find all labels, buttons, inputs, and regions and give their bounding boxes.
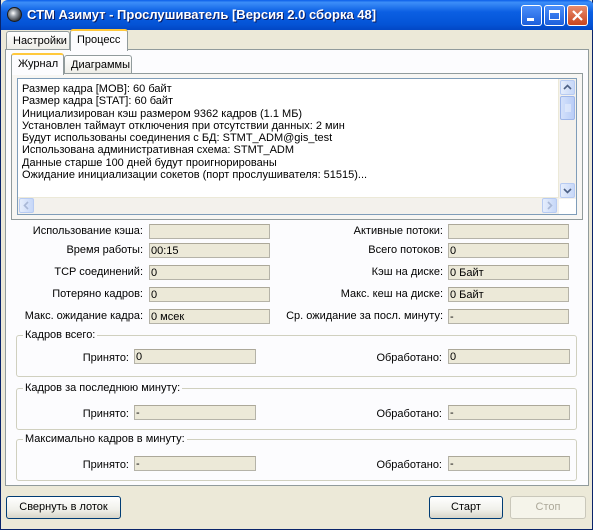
maximize-icon [549, 10, 560, 20]
frames-total-processed-label: Обработано: [376, 352, 442, 364]
tcp-connections-field: 0 [149, 265, 270, 280]
chevron-up-icon [563, 84, 572, 90]
minimize-to-tray-button[interactable]: Свернуть в лоток [6, 496, 121, 519]
disk-cache-field: 0 Байт [448, 265, 569, 280]
frames-max-received-field: - [134, 456, 256, 471]
log-line: Будут использованы соединения с БД: STMT… [22, 132, 333, 145]
window-title: СТМ Азимут - Прослушиватель [Версия 2.0 … [27, 7, 377, 22]
app-icon [7, 7, 22, 22]
group-frames-total-title: Кадров всего: [23, 329, 98, 341]
maximize-button[interactable] [544, 5, 565, 26]
uptime-label: Время работы: [66, 244, 143, 256]
tcp-connections-label: TCP соединений: [54, 266, 143, 278]
log-line: Инициализирован кэш размером 9362 кадров… [22, 107, 303, 120]
frames-last-minute-processed-field: - [448, 405, 570, 420]
title-bar[interactable]: СТМ Азимут - Прослушиватель [Версия 2.0 … [1, 0, 593, 30]
log-horizontal-scrollbar[interactable] [18, 197, 559, 214]
cache-usage-field [149, 224, 270, 239]
start-button[interactable]: Старт [429, 496, 503, 519]
frames-last-minute-received-label: Принято: [82, 408, 129, 420]
frames-max-received-label: Принято: [82, 459, 129, 471]
log-line: Размер кадра [STAT]: 60 байт [22, 95, 174, 108]
frames-last-minute-processed-label: Обработано: [376, 408, 442, 420]
log-line: Использована административная схема: STM… [22, 144, 295, 157]
log-line: Данные старше 100 дней будут проигнориро… [22, 156, 277, 169]
cache-usage-label: Использование кэша: [32, 225, 143, 237]
total-threads-field: 0 [448, 243, 569, 258]
stop-button[interactable]: Стоп [510, 496, 586, 519]
close-icon [572, 10, 583, 21]
minimize-button[interactable] [521, 5, 542, 26]
log-lines: Размер кадра [MOB]: 60 байт Размер кадра… [22, 83, 556, 195]
frames-total-processed-field: 0 [448, 349, 570, 364]
close-button[interactable] [567, 5, 588, 26]
uptime-field: 00:15 [149, 243, 270, 258]
scroll-up-button[interactable] [560, 80, 575, 95]
tab-settings[interactable]: Настройки [6, 31, 70, 51]
log-textbox[interactable]: Размер кадра [MOB]: 60 байт Размер кадра… [17, 78, 577, 215]
frames-last-minute-received-field: - [134, 405, 256, 420]
tab-process[interactable]: Процесс [70, 29, 128, 51]
scroll-right-button[interactable] [542, 198, 557, 213]
max-frame-wait-field: 0 мсек [149, 309, 270, 324]
frames-total-received-field: 0 [134, 349, 256, 364]
disk-cache-label: Кэш на диске: [371, 266, 443, 278]
log-line: Ожидание инициализации сокетов (порт про… [22, 169, 368, 182]
log-line: Размер кадра [MOB]: 60 байт [22, 83, 172, 95]
tab-journal-label: Журнал [18, 58, 59, 70]
max-frame-wait-label: Макс. ожидание кадра: [24, 310, 143, 322]
chevron-down-icon [563, 188, 572, 194]
frames-total-received-label: Принято: [82, 352, 129, 364]
lost-frames-label: Потеряно кадров: [52, 288, 143, 300]
log-line: Установлен таймаут отключения при отсутс… [22, 119, 345, 132]
frames-max-processed-field: - [448, 456, 570, 471]
active-threads-field [448, 224, 569, 239]
group-frames-last-minute-title: Кадров за последнюю минуту: [23, 382, 183, 394]
tab-journal[interactable]: Журнал [11, 53, 64, 75]
avg-wait-last-minute-field: - [448, 309, 569, 324]
chevron-right-icon [547, 201, 553, 210]
scroll-left-button[interactable] [19, 198, 34, 213]
log-vertical-scrollbar[interactable] [558, 79, 576, 199]
total-threads-label: Всего потоков: [368, 244, 443, 256]
avg-wait-last-minute-label: Ср. ожидание за посл. минуту: [286, 310, 443, 322]
scroll-thumb[interactable] [560, 96, 575, 120]
tab-diagrams[interactable]: Диаграммы [64, 55, 132, 75]
main-window: СТМ Азимут - Прослушиватель [Версия 2.0 … [0, 0, 593, 530]
chevron-left-icon [23, 201, 29, 210]
group-frames-max-per-minute-title: Максимально кадров в минуту: [23, 433, 187, 445]
tab-diagrams-label: Диаграммы [71, 59, 130, 71]
frames-max-processed-label: Обработано: [376, 459, 442, 471]
tab-settings-label: Настройки [13, 35, 67, 47]
max-disk-cache-field: 0 Байт [448, 287, 569, 302]
grip-icon [565, 104, 571, 112]
minimize-icon [527, 18, 534, 21]
tab-process-label: Процесс [77, 34, 121, 46]
lost-frames-field: 0 [149, 287, 270, 302]
scroll-down-button[interactable] [560, 183, 575, 198]
active-threads-label: Активные потоки: [353, 225, 443, 237]
max-disk-cache-label: Макс. кеш на диске: [340, 288, 443, 300]
